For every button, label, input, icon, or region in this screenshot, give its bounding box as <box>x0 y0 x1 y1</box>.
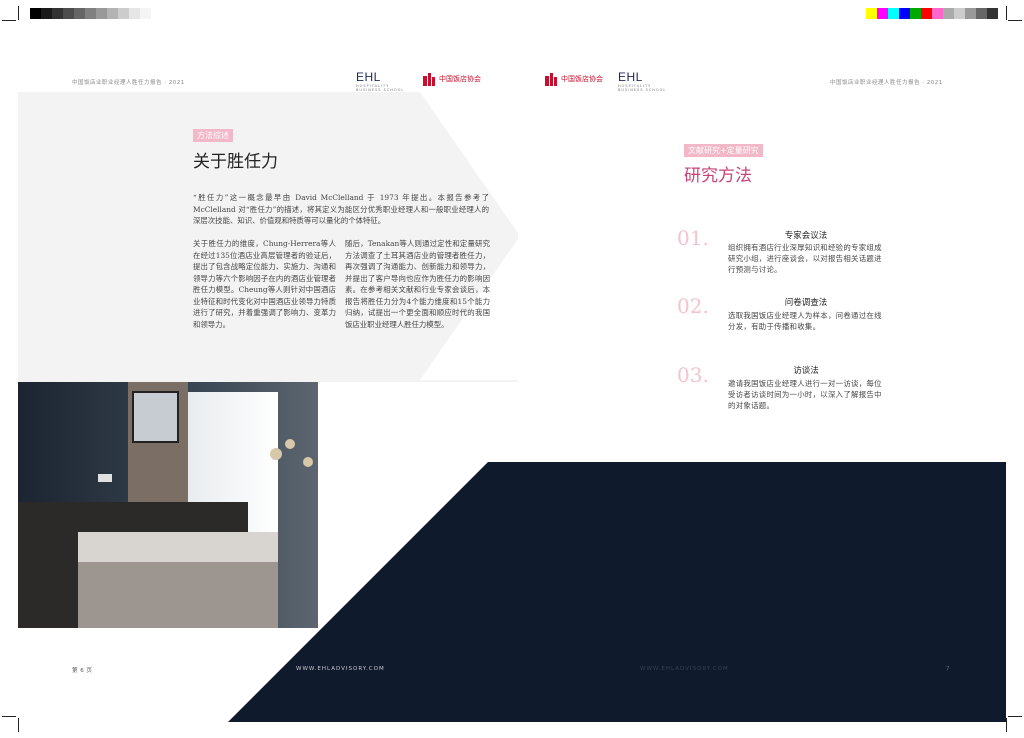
method-title: 专家会议法 <box>784 231 828 241</box>
hotel-room-photo <box>18 382 318 628</box>
right-footer-url[interactable]: WWW.EHLADVISORY.COM <box>640 666 729 672</box>
color-swatch <box>63 8 74 19</box>
color-swatch <box>129 8 140 19</box>
ehl-logo-sub: HOSPITALITY BUSINESS SCHOOL <box>618 84 667 92</box>
right-column-paragraph: 随后，Tenakan等人则通过定性和定量研究方法调查了土耳其酒店业的管理者胜任力… <box>345 239 490 329</box>
left-footer-url[interactable]: WWW.EHLADVISORY.COM <box>296 666 385 672</box>
crop-mark <box>2 716 16 717</box>
ehl-logo-sub: HOSPITALITY BUSINESS SCHOOL <box>356 84 405 92</box>
right-section-tag: 文献研究+定量研究 <box>684 144 763 157</box>
color-swatch <box>954 8 965 19</box>
crop-mark <box>1006 718 1007 732</box>
color-swatch <box>965 8 976 19</box>
association-logo-left: 中国饭店协会 <box>422 72 481 86</box>
right-page-number: 7 <box>946 666 950 672</box>
method-number: 03. <box>677 363 709 387</box>
left-column-paragraph: 关于胜任力的维度，Chung-Herrera等人在经过135位酒店业高层管理者的… <box>193 239 336 329</box>
crop-mark <box>18 6 19 20</box>
ehl-logo-text: EHL <box>356 70 381 84</box>
method-description: 邀请我国饭店业经理人进行一对一访谈，每位受访者访谈时间为一小时，以深入了解报告中… <box>728 379 882 410</box>
method-description: 组织拥有酒店行业深厚知识和经验的专家组成研究小组，进行座谈会，以对报告相关话题进… <box>728 243 882 274</box>
color-swatch <box>30 8 41 19</box>
association-logo-right: 中国饭店协会 <box>544 72 603 86</box>
method-title: 访谈法 <box>793 366 819 376</box>
right-page-title: 研究方法 <box>684 166 752 186</box>
color-swatch <box>987 8 998 19</box>
left-page-title: 关于胜任力 <box>193 152 278 172</box>
color-swatch <box>888 8 899 19</box>
left-page-number: 第 6 页 <box>72 668 93 674</box>
intro-paragraph: “胜任力”这一概念最早由 David McClelland 于 1973 年提出… <box>193 193 489 225</box>
color-swatch <box>74 8 85 19</box>
crop-mark <box>1006 6 1007 20</box>
color-swatch <box>107 8 118 19</box>
method-description: 选取我国饭店业经理人为样本，问卷通过在线分发，有助于传播和收集。 <box>728 311 882 331</box>
ehl-logo-text: EHL <box>618 70 643 84</box>
color-swatch <box>943 8 954 19</box>
left-header-title: 中国饭店业职业经理人胜任力报告 · 2021 <box>72 80 185 86</box>
right-header-title: 中国饭店业职业经理人胜任力报告 · 2021 <box>830 80 943 86</box>
crop-mark <box>18 718 19 732</box>
crop-mark <box>1008 716 1022 717</box>
association-building-icon <box>423 73 435 86</box>
method-title: 问卷调查法 <box>784 298 828 308</box>
color-swatch <box>899 8 910 19</box>
crop-mark <box>2 20 16 21</box>
color-swatch <box>52 8 63 19</box>
color-swatch <box>866 8 877 19</box>
crop-mark <box>1008 20 1022 21</box>
ehl-logo-right: EHL HOSPITALITY BUSINESS SCHOOL <box>618 70 674 92</box>
color-swatch <box>118 8 129 19</box>
color-swatch <box>140 8 151 19</box>
color-swatch <box>932 8 943 19</box>
association-logo-text: 中国饭店协会 <box>561 75 603 83</box>
color-swatch <box>910 8 921 19</box>
color-swatch <box>877 8 888 19</box>
method-number: 02. <box>677 294 709 318</box>
color-swatch <box>96 8 107 19</box>
association-building-icon <box>545 73 557 86</box>
ehl-logo-left: EHL HOSPITALITY BUSINESS SCHOOL <box>356 70 412 92</box>
color-swatch <box>85 8 96 19</box>
association-logo-text: 中国饭店协会 <box>439 75 481 83</box>
color-swatch <box>921 8 932 19</box>
left-section-tag: 方法综述 <box>193 129 233 142</box>
method-number: 01. <box>677 226 709 250</box>
color-swatch <box>976 8 987 19</box>
color-swatch <box>41 8 52 19</box>
